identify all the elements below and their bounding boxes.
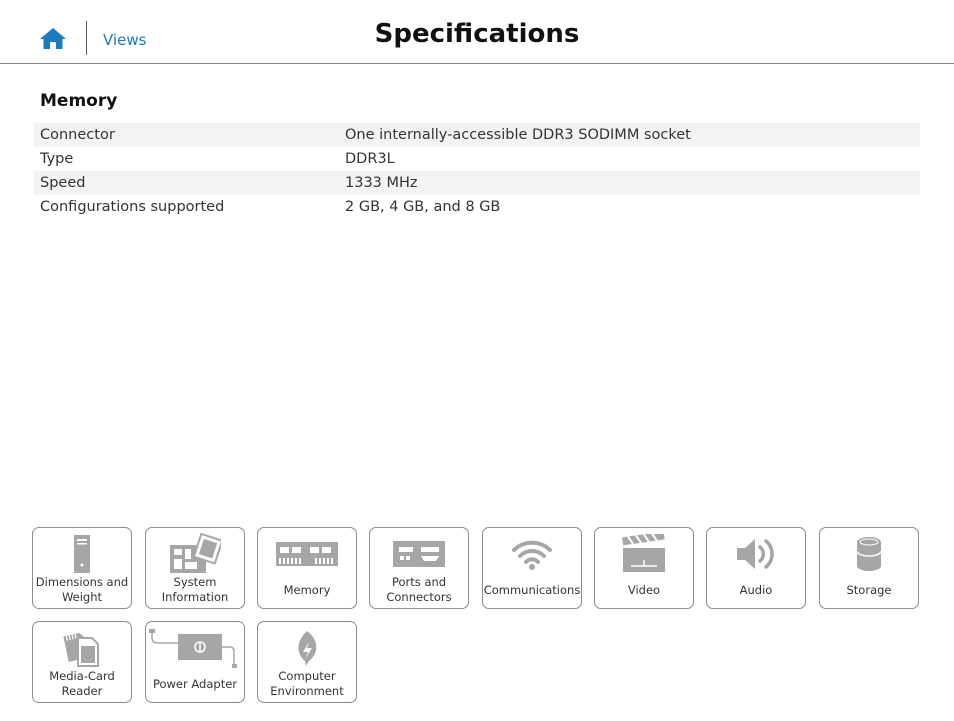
table-row: Configurations supported 2 GB, 4 GB, and… xyxy=(34,195,920,219)
tile-label: System Information xyxy=(161,575,229,604)
tile-label: Ports and Connectors xyxy=(386,575,452,604)
media-card-icon xyxy=(33,625,131,671)
tile-label: Dimensions and Weight xyxy=(35,575,129,604)
tile-label: Media-Card Reader xyxy=(49,669,115,698)
tile-label: Power Adapter xyxy=(152,676,238,691)
table-row: Type DDR3L xyxy=(34,147,920,171)
navigation-tiles: Dimensions and Weight System Information xyxy=(0,0,954,721)
memory-module-icon xyxy=(258,531,356,577)
row-value: DDR3L xyxy=(345,151,395,167)
row-value: 2 GB, 4 GB, and 8 GB xyxy=(345,199,501,215)
tile-label: Computer Environment xyxy=(270,669,344,698)
disk-icon xyxy=(820,531,918,577)
tile-label: Video xyxy=(627,582,661,597)
tile-ports-and-connectors[interactable]: Ports and Connectors xyxy=(369,527,469,609)
tile-storage[interactable]: Storage xyxy=(819,527,919,609)
tile-communications[interactable]: Communications xyxy=(482,527,582,609)
ports-icon xyxy=(370,531,468,577)
tile-power-adapter[interactable]: Power Adapter xyxy=(145,621,245,703)
clapperboard-icon xyxy=(595,531,693,577)
tile-memory[interactable]: Memory xyxy=(257,527,357,609)
row-key: Configurations supported xyxy=(40,199,225,215)
row-value: One internally-accessible DDR3 SODIMM so… xyxy=(345,127,691,143)
tile-system-information[interactable]: System Information xyxy=(145,527,245,609)
row-key: Connector xyxy=(40,127,115,143)
section-heading: Memory xyxy=(40,91,118,111)
power-adapter-icon xyxy=(146,625,244,671)
tile-label: Communications xyxy=(483,582,581,597)
tile-video[interactable]: Video xyxy=(594,527,694,609)
row-key: Type xyxy=(40,151,74,167)
spec-table: Connector One internally-accessible DDR3… xyxy=(34,123,920,219)
table-row: Speed 1333 MHz xyxy=(34,171,920,195)
tile-media-card-reader[interactable]: Media-Card Reader xyxy=(32,621,132,703)
tile-dimensions-and-weight[interactable]: Dimensions and Weight xyxy=(32,527,132,609)
page-title: Specifications xyxy=(374,19,580,49)
header-bar: Views Specifications xyxy=(0,0,954,64)
wifi-icon xyxy=(483,531,581,577)
row-key: Speed xyxy=(40,175,86,191)
speaker-icon xyxy=(707,531,805,577)
tile-computer-environment[interactable]: Computer Environment xyxy=(257,621,357,703)
system-board-icon xyxy=(146,531,244,577)
tile-label: Memory xyxy=(283,582,331,597)
row-value: 1333 MHz xyxy=(345,175,418,191)
table-row: Connector One internally-accessible DDR3… xyxy=(34,123,920,147)
tile-label: Audio xyxy=(739,582,773,597)
leaf-icon xyxy=(258,625,356,671)
tile-label: Storage xyxy=(846,582,892,597)
tower-icon xyxy=(33,531,131,577)
tile-audio[interactable]: Audio xyxy=(706,527,806,609)
